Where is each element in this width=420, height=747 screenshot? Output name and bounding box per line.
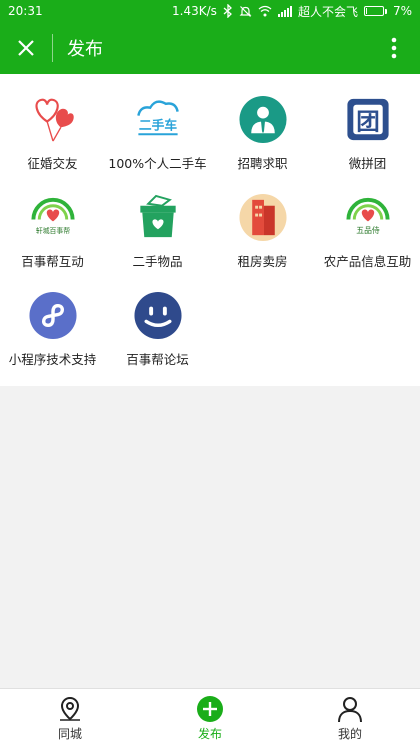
tab-city[interactable]: 同城 [0, 689, 140, 747]
carrier-name: 超人不会飞 [297, 4, 358, 19]
category-label: 100%个人二手车 [108, 156, 207, 171]
status-bar: 20:31 1.43K/s 超人不会飞 7% [0, 0, 420, 22]
network-speed: 1.43K/s [172, 4, 217, 18]
community-heart-icon: 轩城百事帮 [30, 197, 75, 235]
tab-mine[interactable]: 我的 [280, 689, 420, 747]
used-car-cloud-icon: 二手车 [136, 100, 179, 136]
category-item-used-car[interactable]: 二手车 100%个人二手车 [105, 74, 210, 172]
job-person-icon [238, 95, 287, 144]
battery-icon [363, 6, 387, 16]
status-right: 1.43K/s 超人不会飞 7% [172, 3, 412, 20]
status-time: 20:31 [8, 4, 43, 18]
used-car-icon-text: 二手车 [138, 117, 176, 133]
mute-bell-icon [239, 5, 252, 17]
category-label: 百事帮互动 [21, 254, 84, 269]
close-icon [18, 40, 34, 56]
category-item-forum[interactable]: 百事帮论坛 [105, 270, 210, 368]
category-label: 百事帮论坛 [126, 352, 189, 367]
building-icon [238, 193, 287, 242]
category-item-group-buy[interactable]: 团 微拼团 [315, 74, 420, 172]
group-buy-icon: 团 [346, 98, 389, 141]
category-item-second-hand[interactable]: 二手物品 [105, 172, 210, 270]
category-item-farm-products[interactable]: 五品侍 农产品信息互助 [315, 172, 420, 270]
category-item-housing[interactable]: 租房卖房 [210, 172, 315, 270]
bottom-tab-bar: 同城 发布 我的 [0, 688, 420, 747]
farm-heart-icon: 五品侍 [345, 197, 390, 235]
tab-publish[interactable]: 发布 [140, 689, 280, 747]
community-icon-text: 轩城百事帮 [35, 226, 69, 235]
category-label: 农产品信息互助 [323, 254, 412, 269]
farm-icon-text: 五品侍 [356, 226, 380, 235]
signal-icon [277, 5, 292, 17]
category-item-community[interactable]: 轩城百事帮 百事帮互动 [0, 172, 105, 270]
category-label: 招聘求职 [237, 156, 288, 171]
category-label: 小程序技术支持 [8, 352, 97, 367]
location-pin-icon [60, 696, 80, 721]
tab-label: 我的 [337, 727, 362, 741]
smiley-icon [133, 291, 182, 340]
heart-balloon-icon [34, 98, 74, 142]
tab-label: 发布 [197, 727, 222, 741]
wifi-icon [258, 5, 272, 17]
person-icon [338, 697, 362, 723]
category-label: 征婚交友 [27, 156, 78, 171]
title-bar: 发布 [0, 22, 420, 74]
more-button[interactable] [368, 22, 420, 74]
tab-label: 同城 [57, 727, 82, 741]
bluetooth-icon [223, 4, 232, 18]
publish-category-grid: 征婚交友 二手车 100%个人二手车 招聘求职 团 微拼团 轩城百事帮 百事帮互… [0, 74, 420, 386]
mini-program-icon [28, 291, 77, 340]
category-label: 二手物品 [132, 254, 183, 269]
category-item-mini-program[interactable]: 小程序技术支持 [0, 270, 105, 368]
category-item-jobs[interactable]: 招聘求职 [210, 74, 315, 172]
plus-circle-icon [197, 696, 223, 722]
battery-percent: 7% [392, 4, 412, 18]
page-title: 发布 [67, 39, 103, 60]
close-button[interactable] [0, 22, 52, 74]
category-label: 微拼团 [348, 156, 387, 171]
category-label: 租房卖房 [237, 254, 288, 269]
category-item-dating[interactable]: 征婚交友 [0, 74, 105, 172]
group-buy-icon-text: 团 [356, 107, 380, 135]
more-vertical-icon [391, 37, 397, 59]
second-hand-box-icon [139, 194, 176, 238]
title-divider [52, 34, 53, 62]
